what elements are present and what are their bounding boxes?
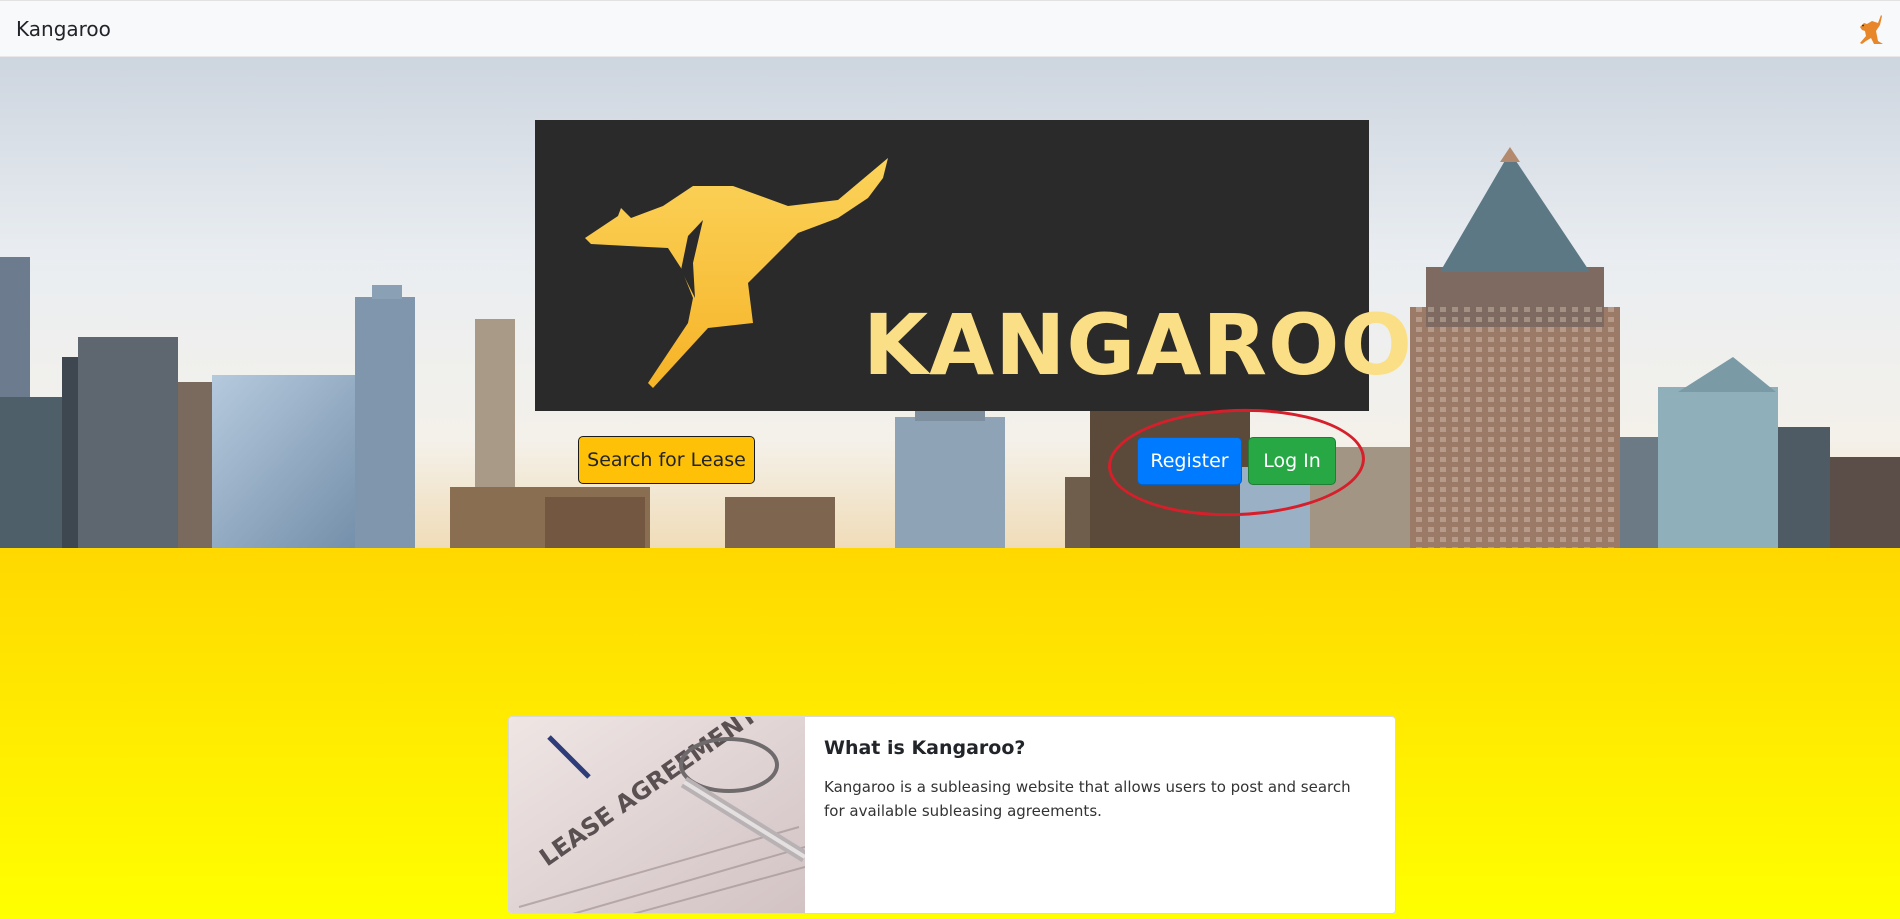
hero-banner: KANGAROO Search for Lease Register Log I… (0, 57, 1900, 548)
kangaroo-logo: KANGAROO (535, 120, 1412, 411)
info-card: LEASE AGREEMENT What is Kangaroo? Kangar… (508, 716, 1396, 914)
navbar-brand[interactable]: Kangaroo (16, 17, 111, 41)
logo-wordmark: KANGAROO (863, 296, 1413, 394)
card-description: Kangaroo is a subleasing website that al… (824, 778, 1351, 820)
lease-agreement-image: LEASE AGREEMENT (509, 717, 805, 913)
card-title: What is Kangaroo? (824, 737, 1026, 759)
search-for-lease-button[interactable]: Search for Lease (578, 436, 755, 484)
navbar: Kangaroo (0, 0, 1900, 57)
kangaroo-icon[interactable] (1854, 11, 1888, 47)
